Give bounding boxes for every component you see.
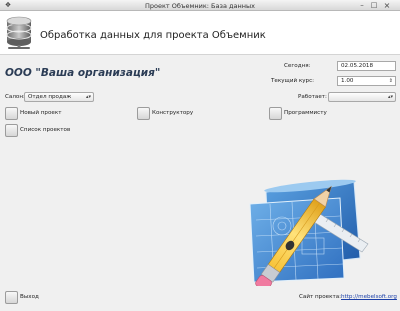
- salon-label: Салон:: [5, 94, 25, 100]
- new-project-label[interactable]: Новый проект: [20, 110, 61, 116]
- project-list-label[interactable]: Список проектов: [20, 127, 70, 133]
- window-titlebar[interactable]: ❖ Проект Объемник: База данных – □ ×: [0, 0, 400, 11]
- app-header: Обработка данных для проекта Объемник: [0, 11, 400, 55]
- current-rate-label: Текущий курс:: [271, 78, 315, 84]
- programmer-button[interactable]: [269, 107, 282, 120]
- pencil-blueprint-icon: [249, 179, 369, 286]
- constructor-label[interactable]: Конструктору: [152, 110, 193, 116]
- salon-combo[interactable]: Отдел продаж ▴▾: [24, 92, 94, 102]
- chevron-updown-icon: ▴▾: [85, 94, 91, 100]
- minimize-button[interactable]: –: [356, 0, 368, 11]
- site-link[interactable]: http://mebelsoft.org: [341, 294, 397, 300]
- exit-label[interactable]: Выход: [20, 294, 39, 300]
- constructor-button[interactable]: [137, 107, 150, 120]
- programmer-label[interactable]: Программисту: [284, 110, 327, 116]
- project-list-button[interactable]: [5, 124, 18, 137]
- site-label: Сайт проекта:: [299, 294, 342, 300]
- organization-name: ООО "Ваша организация": [5, 67, 161, 79]
- works-combo[interactable]: ▴▾: [328, 92, 396, 102]
- current-rate-spinbox[interactable]: 1.00 ⇕: [337, 76, 396, 86]
- exit-button[interactable]: [5, 291, 18, 304]
- today-label: Сегодня:: [284, 63, 311, 69]
- app-title: Обработка данных для проекта Объемник: [40, 30, 266, 41]
- works-label: Работает:: [298, 94, 327, 100]
- current-rate-value: 1.00: [341, 78, 354, 84]
- today-date-value: 02.05.2018: [341, 63, 374, 69]
- window-title: Проект Объемник: База данных: [145, 2, 255, 10]
- today-date-field[interactable]: 02.05.2018: [337, 61, 396, 71]
- new-project-button[interactable]: [5, 107, 18, 120]
- spin-arrows-icon[interactable]: ⇕: [389, 77, 393, 85]
- salon-value: Отдел продаж: [28, 94, 72, 100]
- close-button[interactable]: ×: [381, 0, 393, 11]
- database-icon: [6, 16, 32, 49]
- maximize-button[interactable]: □: [368, 0, 380, 11]
- chevron-updown-icon: ▴▾: [387, 94, 393, 100]
